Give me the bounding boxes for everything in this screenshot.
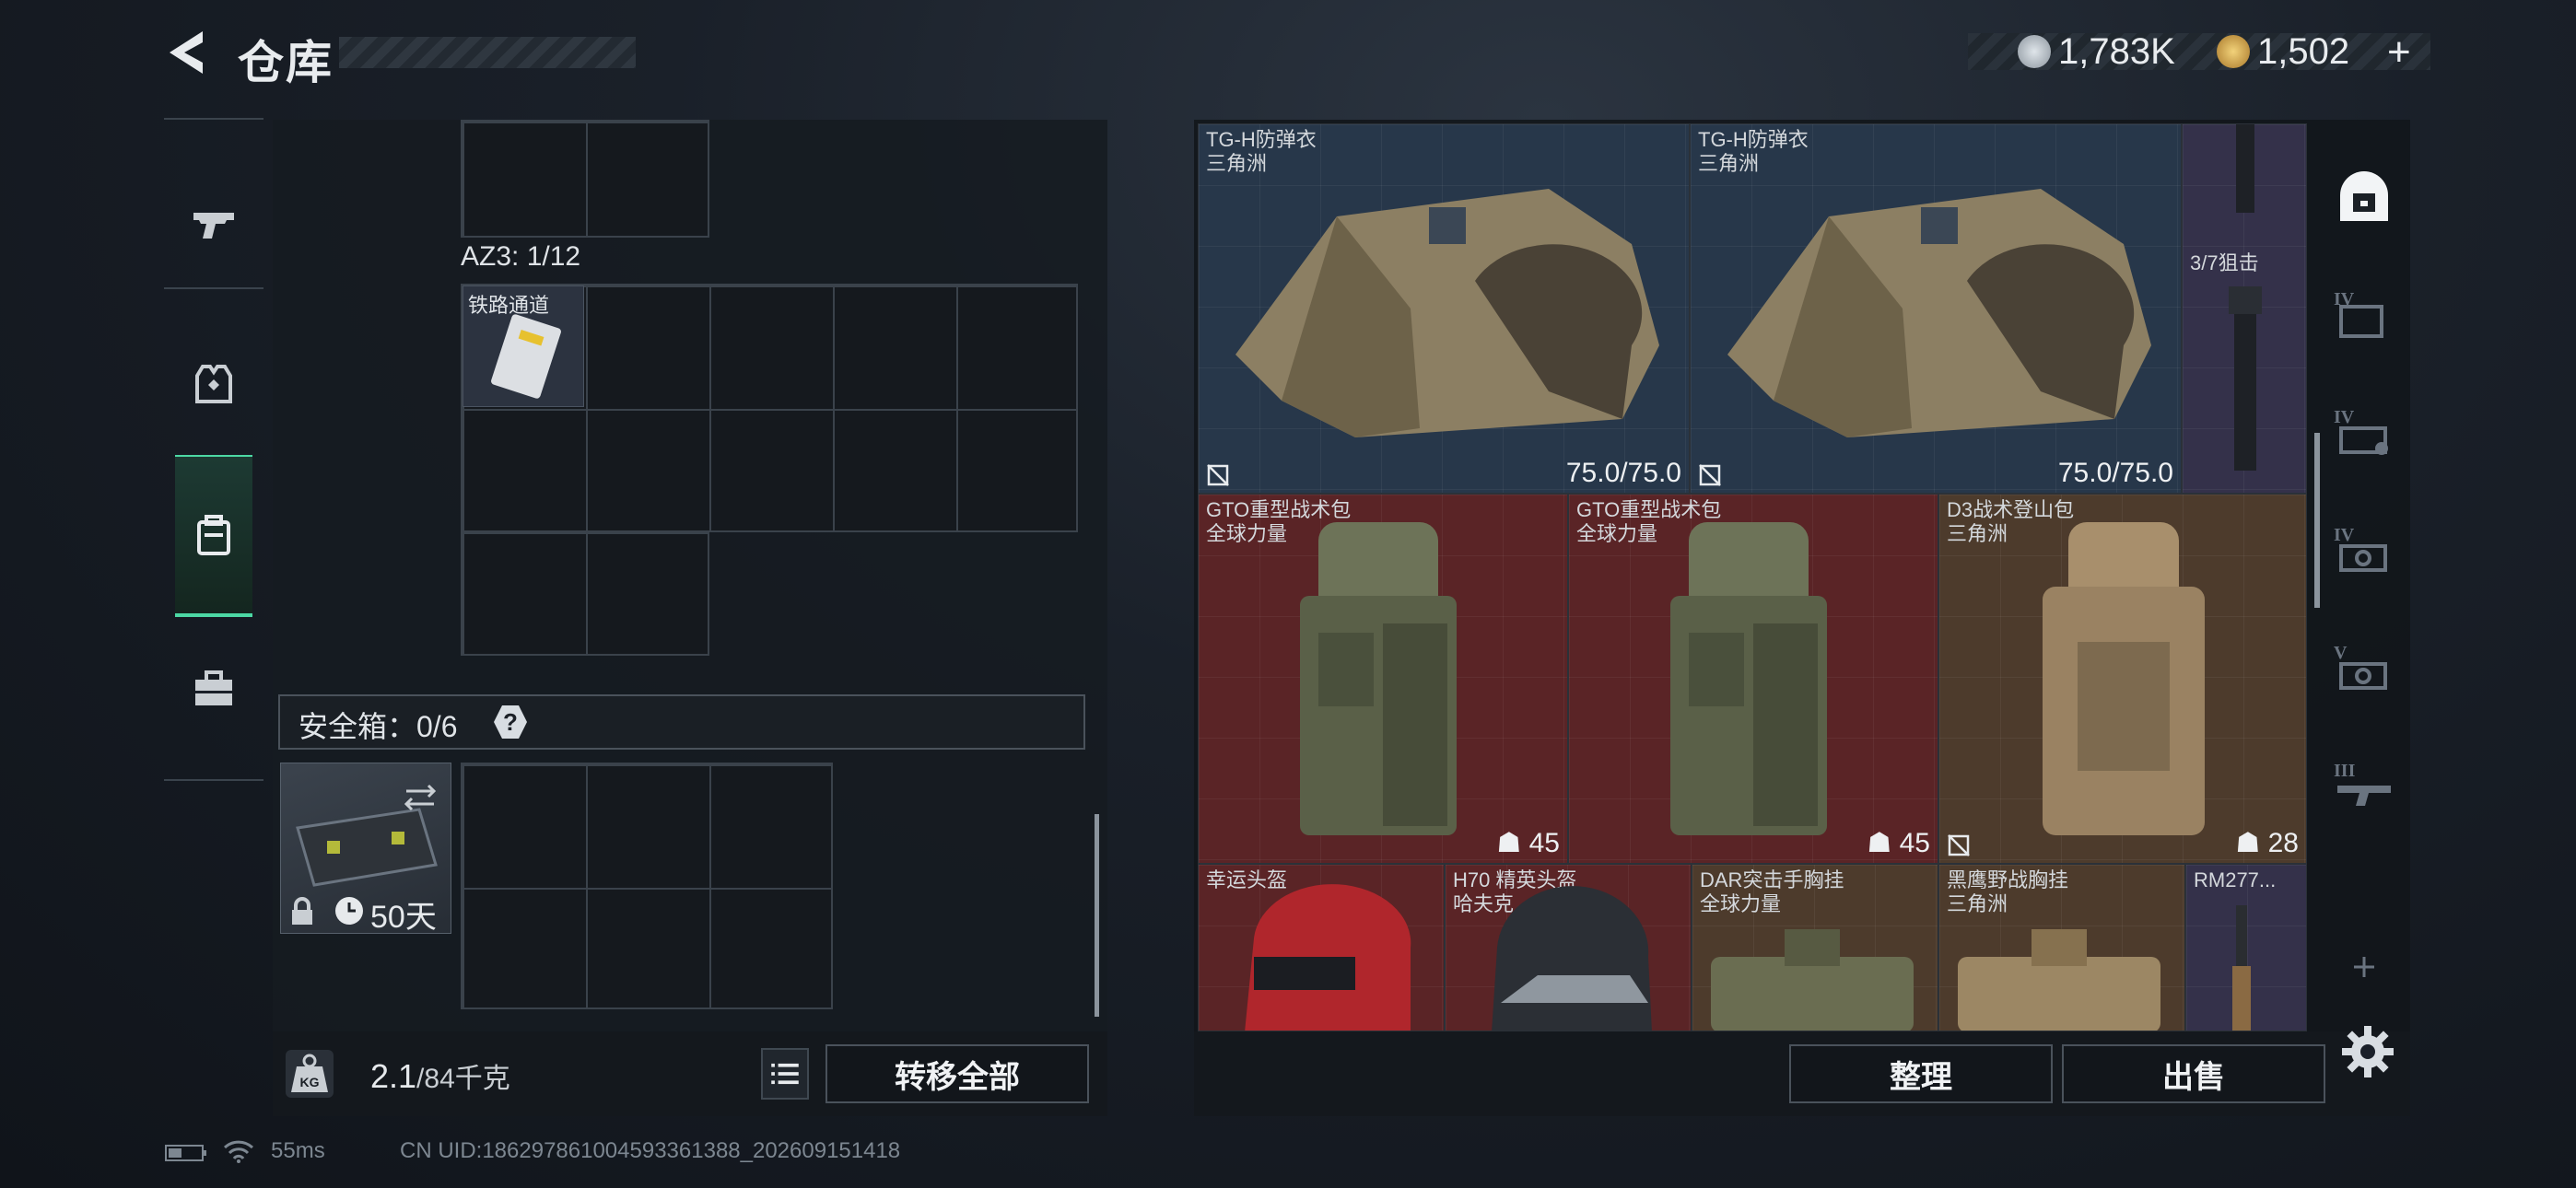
item-card-rig-1[interactable]: DAR突击手胸挂 全球力量	[1692, 864, 1938, 1031]
back-arrow-icon[interactable]	[164, 28, 210, 77]
ghost-icon: ☗	[1867, 828, 1892, 858]
backpack-icon	[197, 515, 230, 555]
user-uid: CN UID:1862978610045933613​88_2026091514…	[400, 1138, 901, 1163]
bond-balance: 1,502	[2217, 31, 2349, 72]
no-insure-icon	[1948, 834, 1970, 856]
scrollbar[interactable]	[1095, 814, 1099, 1017]
az3-grid-lower[interactable]	[461, 530, 709, 656]
pistol-icon	[193, 213, 234, 239]
backpack-image	[1300, 522, 1457, 835]
backpack-image	[1670, 522, 1827, 835]
armor-vest-image	[1727, 189, 2151, 437]
tier-4-folder-icon: IV	[2334, 289, 2383, 338]
lock-icon	[292, 897, 312, 925]
item-name: 3/7狙击	[2190, 251, 2259, 274]
battery-icon	[165, 1145, 206, 1161]
capacity-readout: ☗ 45	[1867, 828, 1930, 858]
item-card-armor-2[interactable]: TG-H防弹衣 三角洲 75.0/75.0	[1690, 123, 2182, 494]
page-title: 仓库	[238, 37, 334, 88]
item-card-backpack-3[interactable]: D3战术登山包 三角洲 ☗ 28	[1938, 494, 2307, 864]
item-card-armor-1[interactable]: TG-H防弹衣 三角洲 75.0/75.0	[1198, 123, 1690, 494]
svg-text:III: III	[2334, 761, 2356, 781]
filter-tier-4-camera[interactable]: IV	[2327, 514, 2401, 588]
svg-text:KG: KG	[300, 1075, 320, 1089]
ghost-icon: ☗	[2235, 828, 2261, 858]
item-card-rig-2[interactable]: 黑鹰野战胸挂 三角洲	[1938, 864, 2185, 1031]
chest-rig-image	[1711, 929, 1914, 1031]
tab-backpacks[interactable]	[175, 455, 252, 617]
coin-balance: 1,783K	[2018, 31, 2175, 72]
clock-icon	[335, 897, 363, 925]
filter-tier-4-case[interactable]: IV	[2327, 396, 2401, 470]
item-card-helmet-1[interactable]: 幸运头盔	[1198, 864, 1445, 1031]
svg-text:IV: IV	[2334, 407, 2355, 427]
item-card-backpack-2[interactable]: GTO重型战术包 全球力量 ☗ 45	[1568, 494, 1938, 864]
tier-4-case-icon: IV	[2334, 407, 2388, 455]
capacity-readout: ☗ 28	[2235, 828, 2299, 858]
sort-button[interactable]: 整理	[1789, 1044, 2053, 1103]
rifle-image	[2232, 905, 2251, 1031]
weight-readout: 2.1/84千克	[370, 1057, 510, 1095]
chest-rig-image	[1958, 929, 2160, 1031]
weight-icon: KG	[286, 1050, 334, 1098]
filter-all[interactable]	[2327, 160, 2401, 234]
tab-weapons[interactable]	[164, 173, 263, 274]
item-card-rifle[interactable]: RM277...	[2185, 864, 2307, 1031]
filter-tier-4-folder[interactable]: IV	[2327, 278, 2401, 352]
category-tabs	[164, 118, 263, 783]
filter-tier-5-camera[interactable]: V	[2327, 632, 2401, 705]
item-card-backpack-1[interactable]: GTO重型战术包 全球力量 ☗ 45	[1198, 494, 1568, 864]
armor-vest-image	[1235, 189, 1659, 437]
safe-box-grid[interactable]	[461, 763, 833, 1009]
no-insure-icon	[1699, 464, 1721, 486]
tier-4-camera-icon: IV	[2334, 525, 2387, 572]
durability: 75.0/75.0	[1565, 458, 1681, 488]
add-icon	[2354, 957, 2374, 977]
currency-bar: 1,783K 1,502 +	[1968, 29, 2430, 75]
item-card-helmet-2[interactable]: H70 精英头盔 哈夫克	[1445, 864, 1692, 1031]
tab-armor[interactable]	[164, 320, 263, 449]
container-grid-top[interactable]	[461, 120, 709, 238]
scope-image	[2229, 124, 2262, 471]
helmet-image	[1492, 886, 1652, 1031]
tab-tools[interactable]	[164, 634, 263, 744]
filter-tier-3-gun[interactable]: III	[2327, 750, 2401, 823]
list-view-button[interactable]	[761, 1048, 809, 1100]
coin-icon	[2018, 35, 2051, 68]
armor-vest-icon	[195, 365, 232, 403]
wifi-icon	[223, 1140, 254, 1163]
toolbox-icon	[195, 670, 232, 705]
svg-text:V: V	[2334, 643, 2348, 663]
sell-button[interactable]: 出售	[2062, 1044, 2325, 1103]
item-card-scope[interactable]: 3/7狙击	[2182, 123, 2307, 494]
bond-icon	[2217, 35, 2250, 68]
tier-5-camera-icon: V	[2334, 643, 2387, 690]
ping-readout: 55ms	[271, 1138, 325, 1163]
no-insure-icon	[1207, 464, 1229, 486]
gear-icon[interactable]	[2340, 1024, 2395, 1079]
durability: 75.0/75.0	[2057, 458, 2173, 488]
svg-text:IV: IV	[2334, 525, 2355, 545]
safe-box-label: 安全箱：0/6	[299, 710, 458, 743]
az3-capacity-label: AZ3: 1/12	[461, 241, 581, 272]
filter-column: IV IV IV V III	[2318, 129, 2410, 995]
title-decoration	[339, 37, 636, 68]
tier-3-gun-icon: III	[2334, 761, 2391, 806]
rail-pass-label: 铁路通道	[468, 294, 550, 317]
ghost-icon: ☗	[1496, 828, 1522, 858]
transfer-all-button[interactable]: 转移全部	[825, 1044, 1089, 1103]
home-safe-icon	[2340, 171, 2388, 221]
filter-scrollbar[interactable]	[2314, 433, 2320, 608]
backpack-image	[2043, 522, 2205, 835]
list-icon	[771, 1063, 799, 1085]
capacity-readout: ☗ 45	[1496, 828, 1560, 858]
filter-add[interactable]	[2327, 949, 2401, 985]
add-currency-button[interactable]: +	[2387, 29, 2411, 76]
helmet-image	[1245, 884, 1411, 1031]
safe-case-timer: 50天	[370, 900, 437, 935]
